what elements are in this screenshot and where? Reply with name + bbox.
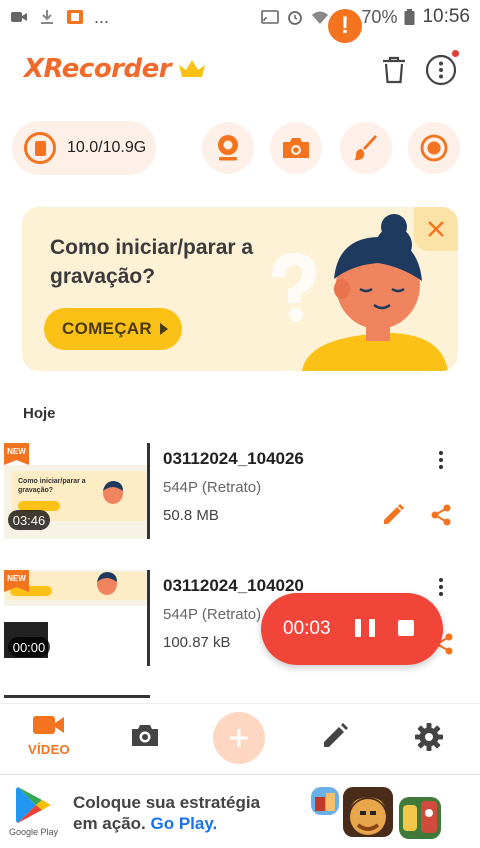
camera-icon xyxy=(132,725,158,746)
ad-line-2: em ação. xyxy=(73,814,146,833)
download-notification-icon xyxy=(41,10,53,24)
section-today-label: Hoje xyxy=(23,405,56,422)
google-play-label: Google Play xyxy=(9,827,59,837)
nav-settings[interactable] xyxy=(401,722,457,778)
recording-name: 03112024_104020 xyxy=(163,576,304,595)
duration-badge: 00:00 xyxy=(8,637,50,657)
close-tutorial-button[interactable] xyxy=(414,207,458,251)
camera-icon xyxy=(283,138,309,158)
record-tool-button[interactable] xyxy=(408,122,460,174)
plus-icon xyxy=(230,729,248,747)
nav-screenshots[interactable] xyxy=(117,722,173,778)
add-button[interactable] xyxy=(213,712,265,764)
app-logo: XRecorder xyxy=(24,54,172,84)
app-notification-icon xyxy=(67,10,83,24)
recording-control-bubble[interactable]: 00:03 xyxy=(261,593,443,665)
share-icon[interactable] xyxy=(429,503,453,527)
battery-icon xyxy=(404,9,415,25)
storage-icon xyxy=(24,132,56,164)
ad-text: Coloque sua estratégia em ação. Go Play. xyxy=(73,792,260,834)
ad-link[interactable]: Go Play. xyxy=(151,814,218,833)
recording-timer: 00:03 xyxy=(283,618,331,639)
ad-banner[interactable]: Google Play Coloque sua estratégia em aç… xyxy=(0,774,480,848)
crown-icon[interactable] xyxy=(177,57,207,79)
start-tutorial-label: COMEÇAR xyxy=(62,319,152,338)
alarm-icon xyxy=(288,11,303,25)
alert-button[interactable]: ! xyxy=(328,9,362,43)
screenshot-tool-button[interactable] xyxy=(270,122,322,174)
edit-icon[interactable] xyxy=(381,503,405,527)
game-thumbnail-icon xyxy=(311,787,339,815)
stop-icon[interactable] xyxy=(398,620,414,636)
brush-icon xyxy=(354,135,377,161)
status-bar: ... 70% 10:56 xyxy=(0,0,480,34)
nav-video-label: VÍDEO xyxy=(28,742,70,757)
google-play-logo-icon xyxy=(16,787,50,823)
ad-line-1: Coloque sua estratégia xyxy=(73,793,261,812)
clash-of-clans-icon xyxy=(343,787,393,837)
facecam-icon xyxy=(218,135,238,161)
recording-size: 100.87 kB xyxy=(163,634,231,651)
tutorial-card: Como iniciar/parar a gravação? COMEÇAR xyxy=(22,207,458,371)
storage-text: 10.0/10.9G xyxy=(67,139,147,156)
recording-name: 03112024_104026 xyxy=(163,449,304,468)
more-notifications: ... xyxy=(94,6,110,27)
nav-video[interactable]: VÍDEO xyxy=(21,712,77,768)
storage-indicator[interactable]: 10.0/10.9G xyxy=(12,121,156,175)
recording-more-button[interactable] xyxy=(430,447,452,473)
thumbnail-text: Como iniciar/parar a gravação? xyxy=(18,478,86,494)
video-notification-icon xyxy=(11,12,27,22)
more-vertical-icon xyxy=(425,54,457,86)
recording-more-button[interactable] xyxy=(430,574,452,600)
cast-icon xyxy=(261,10,280,24)
settings-gear-icon xyxy=(415,723,443,751)
trash-icon xyxy=(383,56,405,84)
notification-dot xyxy=(452,50,459,57)
facecam-button[interactable] xyxy=(202,122,254,174)
recording-resolution: 544P (Retrato) xyxy=(163,479,262,496)
play-arrow-icon xyxy=(159,323,168,335)
bottom-navigation: VÍDEO xyxy=(0,703,480,773)
recording-resolution: 544P (Retrato) xyxy=(163,606,262,623)
brush-tool-button[interactable] xyxy=(340,122,392,174)
clock: 10:56 xyxy=(422,6,470,27)
delete-button[interactable] xyxy=(376,52,412,88)
recording-item[interactable]: Como iniciar/parar a gravação? NEW 03:46… xyxy=(0,443,480,543)
nav-edit[interactable] xyxy=(307,722,363,778)
wifi-icon xyxy=(312,11,329,24)
more-options-button[interactable] xyxy=(423,52,459,88)
duration-badge: 03:46 xyxy=(8,510,50,530)
start-tutorial-button[interactable]: COMEÇAR xyxy=(44,308,182,350)
record-icon xyxy=(420,134,448,162)
pause-icon[interactable] xyxy=(355,619,375,637)
next-thumbnail-edge xyxy=(4,695,150,698)
close-icon xyxy=(428,221,444,237)
video-icon xyxy=(33,716,64,734)
recording-size: 50.8 MB xyxy=(163,507,219,524)
pencil-icon xyxy=(324,723,348,747)
alert-icon: ! xyxy=(341,12,349,39)
game-thumbnail-icon xyxy=(399,797,441,839)
battery-percent: 70% xyxy=(361,6,398,27)
